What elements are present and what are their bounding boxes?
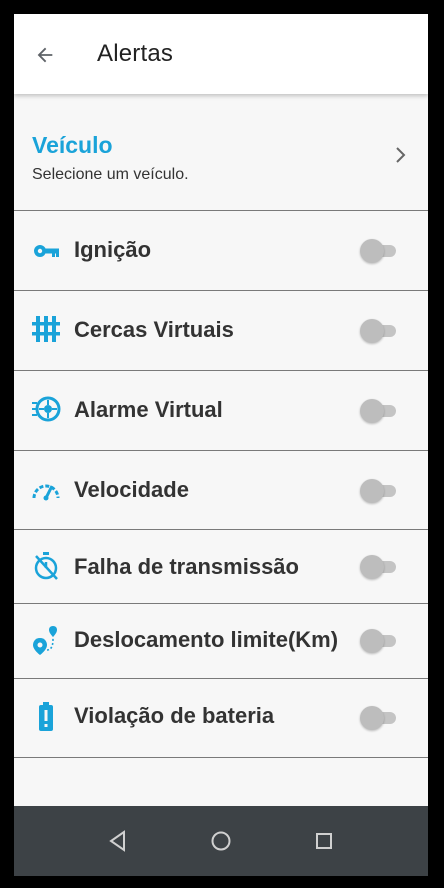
toggle-thumb — [360, 706, 384, 730]
alert-row-falha-transmissao[interactable]: Falha de transmissão — [14, 530, 428, 604]
alert-label: Ignição — [74, 237, 152, 262]
toggle-thumb — [360, 479, 384, 503]
fence-icon — [30, 313, 62, 345]
alert-label: Alarme Virtual — [74, 397, 223, 422]
nav-home-button[interactable] — [206, 826, 236, 856]
route-icon — [30, 624, 62, 656]
toggle-falha-transmissao[interactable] — [360, 555, 398, 579]
vehicle-subtitle: Selecione um veículo. — [32, 166, 189, 183]
toggle-cercas-virtuais[interactable] — [360, 319, 398, 343]
alert-row-velocidade[interactable]: Velocidade — [14, 451, 428, 530]
alarm-wheel-icon — [30, 393, 62, 425]
toggle-thumb — [360, 399, 384, 423]
chevron-right-icon — [396, 147, 406, 163]
toggle-thumb — [360, 239, 384, 263]
nav-recents-icon — [316, 833, 332, 849]
alert-row-ignicao[interactable]: Ignição — [14, 211, 428, 291]
nav-recents-button[interactable] — [309, 826, 339, 856]
key-icon — [30, 235, 62, 267]
vehicle-title: Veículo — [32, 132, 113, 158]
nav-back-icon — [109, 830, 125, 852]
timer-off-icon — [30, 550, 62, 582]
toggle-violacao-bateria[interactable] — [360, 706, 398, 730]
alert-label: Velocidade — [74, 477, 189, 502]
screen: Alertas Veículo Selecione um veículo. Ig… — [14, 14, 428, 876]
back-button[interactable] — [28, 38, 62, 72]
toggle-thumb — [360, 319, 384, 343]
speedometer-icon — [30, 473, 62, 505]
app-bar: Alertas — [14, 14, 428, 94]
alerts-list: Veículo Selecione um veículo. Ignição Ce… — [14, 94, 428, 806]
page-title: Alertas — [97, 40, 174, 67]
toggle-deslocamento-limite[interactable] — [360, 629, 398, 653]
alert-row-alarme-virtual[interactable]: Alarme Virtual — [14, 371, 428, 451]
system-navigation-bar — [14, 806, 428, 876]
phone-frame: Alertas Veículo Selecione um veículo. Ig… — [0, 0, 444, 888]
toggle-thumb — [360, 555, 384, 579]
alert-label: Falha de transmissão — [74, 554, 299, 579]
toggle-thumb — [360, 629, 384, 653]
nav-home-icon — [211, 831, 231, 851]
alert-row-violacao-bateria[interactable]: Violação de bateria — [14, 679, 428, 758]
arrow-left-icon — [37, 47, 53, 63]
nav-back-button[interactable] — [103, 826, 133, 856]
alert-label: Cercas Virtuais — [74, 317, 234, 342]
alert-label: Deslocamento limite(Km) — [74, 627, 339, 652]
alert-row-deslocamento-limite[interactable]: Deslocamento limite(Km) — [14, 604, 428, 679]
alert-row-cercas-virtuais[interactable]: Cercas Virtuais — [14, 291, 428, 371]
alert-label: Violação de bateria — [74, 703, 275, 728]
toggle-alarme-virtual[interactable] — [360, 399, 398, 423]
toggle-ignicao[interactable] — [360, 239, 398, 263]
toggle-velocidade[interactable] — [360, 479, 398, 503]
battery-alert-icon — [30, 701, 62, 733]
vehicle-selector[interactable]: Veículo Selecione um veículo. — [14, 94, 428, 211]
